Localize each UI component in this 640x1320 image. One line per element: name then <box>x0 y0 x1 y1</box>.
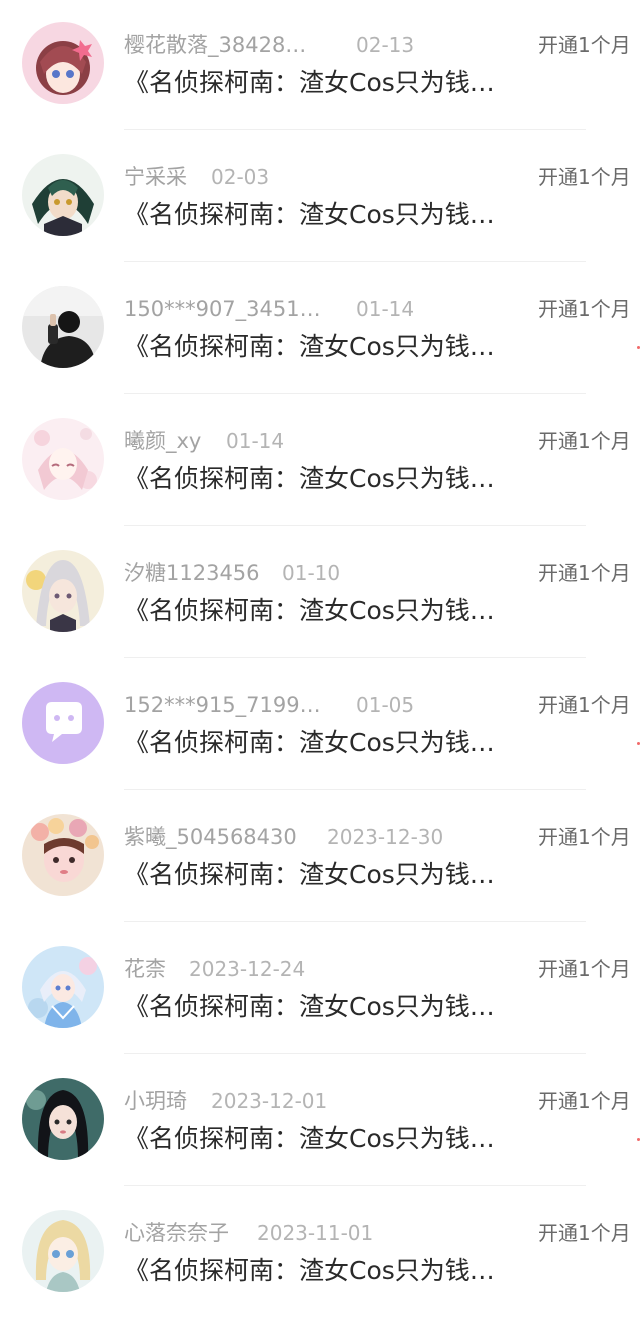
list-item[interactable]: 花柰 2023-12-24 开通1个月 《名侦探柯南：渣女Cos只为钱… <box>0 924 640 1056</box>
work-title[interactable]: 《名侦探柯南：渣女Cos只为钱… <box>124 591 495 631</box>
divider <box>124 525 586 526</box>
action-label: 开通1个月 <box>538 1089 631 1113</box>
date: 02-13 <box>356 33 415 57</box>
item-meta: 150***907_3451… 01-14 <box>124 293 414 325</box>
avatar-anime-pink-hair[interactable] <box>22 22 104 104</box>
list-item[interactable]: 150***907_3451… 01-14 开通1个月 《名侦探柯南：渣女Cos… <box>0 264 640 396</box>
divider <box>124 1185 586 1186</box>
work-title[interactable]: 《名侦探柯南：渣女Cos只为钱… <box>124 327 495 367</box>
divider <box>124 261 586 262</box>
action-label: 开通1个月 <box>538 1221 631 1245</box>
date: 2023-12-01 <box>211 1089 328 1113</box>
date: 2023-12-24 <box>189 957 306 981</box>
divider <box>124 657 586 658</box>
username[interactable]: 樱花散落_38428… <box>124 33 306 57</box>
item-meta: 152***915_7199… 01-05 <box>124 689 414 721</box>
avatar-anime-silver-hair[interactable] <box>22 550 104 632</box>
list-item[interactable]: 汐糖1123456 01-10 开通1个月 《名侦探柯南：渣女Cos只为钱… <box>0 528 640 660</box>
list-item[interactable]: 小玥琦 2023-12-01 开通1个月 《名侦探柯南：渣女Cos只为钱… <box>0 1056 640 1188</box>
action-label: 开通1个月 <box>538 957 631 981</box>
item-meta: 汐糖1123456 01-10 <box>124 557 340 589</box>
work-title[interactable]: 《名侦探柯南：渣女Cos只为钱… <box>124 855 495 895</box>
divider <box>124 921 586 922</box>
username[interactable]: 小玥琦 <box>124 1089 187 1113</box>
list-item[interactable]: 宁采采 02-03 开通1个月 《名侦探柯南：渣女Cos只为钱… <box>0 132 640 264</box>
list-item[interactable]: 樱花散落_38428… 02-13 开通1个月 《名侦探柯南：渣女Cos只为钱… <box>0 0 640 132</box>
work-title[interactable]: 《名侦探柯南：渣女Cos只为钱… <box>124 195 495 235</box>
work-title[interactable]: 《名侦探柯南：渣女Cos只为钱… <box>124 459 495 499</box>
item-meta: 樱花散落_38428… 02-13 <box>124 29 414 61</box>
action-label: 开通1个月 <box>538 693 631 717</box>
action-label: 开通1个月 <box>538 165 631 189</box>
avatar-anime-blonde[interactable] <box>22 1210 104 1292</box>
divider <box>124 129 586 130</box>
work-title[interactable]: 《名侦探柯南：渣女Cos只为钱… <box>124 987 495 1027</box>
divider <box>124 1053 586 1054</box>
list-item[interactable]: 紫曦_504568430 2023-12-30 开通1个月 《名侦探柯南：渣女C… <box>0 792 640 924</box>
work-title[interactable]: 《名侦探柯南：渣女Cos只为钱… <box>124 1119 495 1159</box>
list-item[interactable]: 曦颜_xy 01-14 开通1个月 《名侦探柯南：渣女Cos只为钱… <box>0 396 640 528</box>
work-title[interactable]: 《名侦探柯南：渣女Cos只为钱… <box>124 723 495 763</box>
username[interactable]: 紫曦_504568430 <box>124 825 297 849</box>
date: 01-14 <box>356 297 415 321</box>
avatar-anime-dark-hair[interactable] <box>22 1078 104 1160</box>
date: 01-14 <box>226 429 285 453</box>
username[interactable]: 花柰 <box>124 957 166 981</box>
username[interactable]: 曦颜_xy <box>124 429 201 453</box>
username[interactable]: 150***907_3451… <box>124 297 321 321</box>
date: 2023-12-30 <box>327 825 444 849</box>
avatar-anime-blue-dress[interactable] <box>22 946 104 1028</box>
work-title[interactable]: 《名侦探柯南：渣女Cos只为钱… <box>124 1251 495 1291</box>
item-meta: 小玥琦 2023-12-01 <box>124 1085 327 1117</box>
action-label: 开通1个月 <box>538 33 631 57</box>
list-item[interactable]: 152***915_7199… 01-05 开通1个月 《名侦探柯南：渣女Cos… <box>0 660 640 792</box>
action-label: 开通1个月 <box>538 429 631 453</box>
username[interactable]: 心落奈奈子 <box>124 1221 229 1245</box>
username[interactable]: 152***915_7199… <box>124 693 321 717</box>
divider <box>124 393 586 394</box>
avatar-default-chat[interactable] <box>22 682 104 764</box>
item-meta: 宁采采 02-03 <box>124 161 269 193</box>
divider <box>124 789 586 790</box>
action-label: 开通1个月 <box>538 825 631 849</box>
date: 2023-11-01 <box>257 1221 374 1245</box>
username[interactable]: 宁采采 <box>124 165 187 189</box>
item-meta: 花柰 2023-12-24 <box>124 953 305 985</box>
list-item[interactable]: 心落奈奈子 2023-11-01 开通1个月 《名侦探柯南：渣女Cos只为钱… <box>0 1188 640 1320</box>
avatar-photo-flowers[interactable] <box>22 814 104 896</box>
date: 02-03 <box>211 165 270 189</box>
date: 01-05 <box>356 693 415 717</box>
subscription-list: 樱花散落_38428… 02-13 开通1个月 《名侦探柯南：渣女Cos只为钱…… <box>0 0 640 1302</box>
item-meta: 紫曦_504568430 2023-12-30 <box>124 821 443 853</box>
item-meta: 心落奈奈子 2023-11-01 <box>124 1217 373 1249</box>
action-label: 开通1个月 <box>538 561 631 585</box>
date: 01-10 <box>282 561 341 585</box>
username[interactable]: 汐糖1123456 <box>124 561 260 585</box>
avatar-anime-green-hair[interactable] <box>22 154 104 236</box>
avatar-photo-person[interactable] <box>22 286 104 368</box>
work-title[interactable]: 《名侦探柯南：渣女Cos只为钱… <box>124 63 495 103</box>
avatar-anime-pastel[interactable] <box>22 418 104 500</box>
item-meta: 曦颜_xy 01-14 <box>124 425 284 457</box>
action-label: 开通1个月 <box>538 297 631 321</box>
